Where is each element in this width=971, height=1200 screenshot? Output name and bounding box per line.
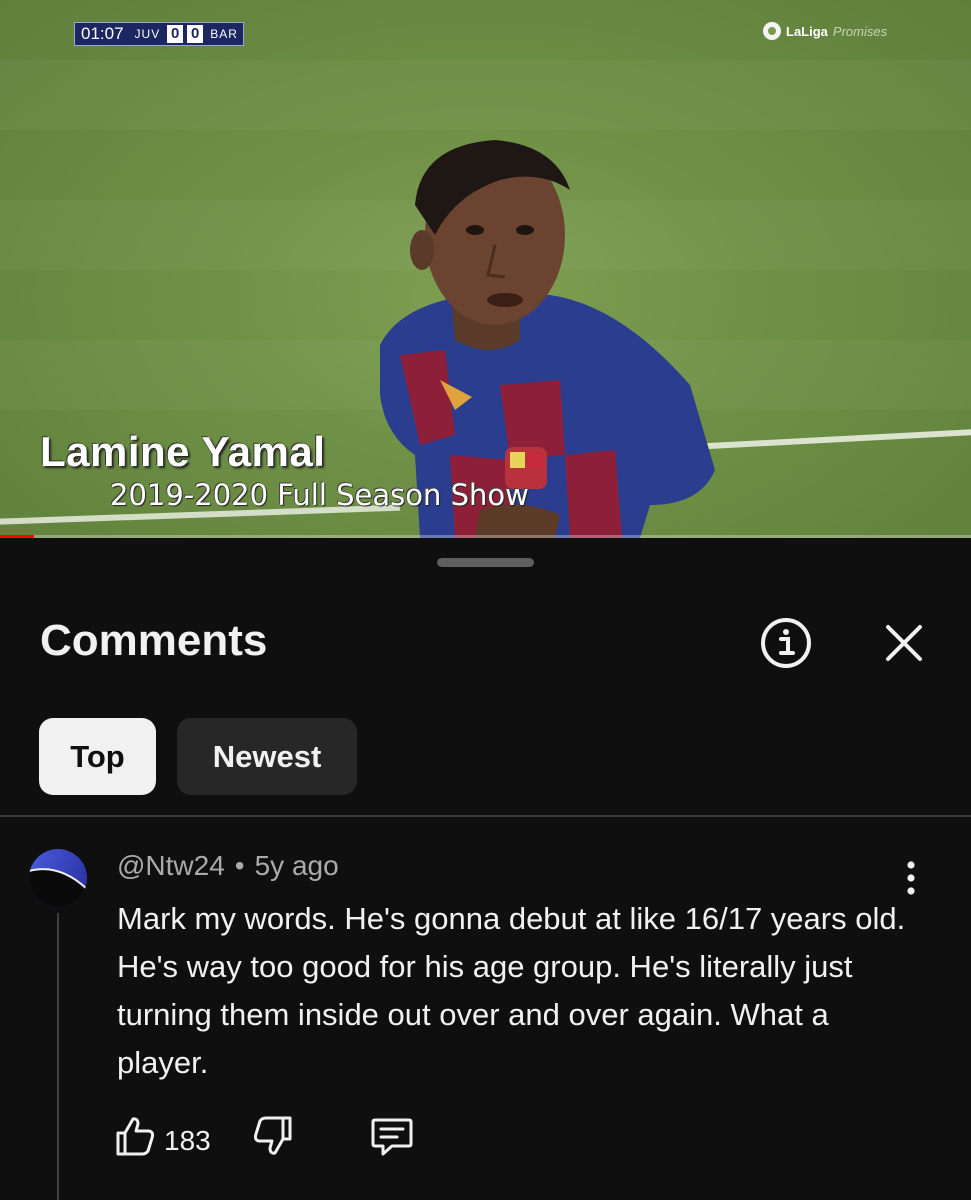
avatar[interactable] [29, 849, 87, 907]
like-count: 183 [164, 1125, 211, 1156]
close-icon [886, 625, 922, 661]
comment-text: Mark my words. He's gonna debut at like … [117, 901, 906, 1080]
reply-icon [371, 1118, 413, 1156]
filter-chip-top[interactable]: Top [39, 718, 156, 795]
info-icon [761, 618, 811, 668]
like-button[interactable] [114, 1114, 156, 1163]
thread-line [57, 913, 59, 1200]
watermark-sub: Promises [832, 23, 888, 39]
meta-separator: • [234, 850, 245, 881]
avatar-image [29, 849, 87, 907]
divider [0, 815, 971, 817]
home-team: JUV [134, 27, 161, 41]
info-button[interactable] [760, 617, 812, 669]
comment-meta: @Ntw24 • 5y ago [117, 850, 339, 882]
field-line [689, 428, 971, 450]
comment-author[interactable]: @Ntw24 [117, 850, 225, 882]
match-clock: 01:07 [81, 24, 124, 43]
grass-stripe [0, 60, 971, 130]
dislike-button[interactable] [252, 1114, 294, 1163]
thumbs-up-icon [116, 1117, 155, 1156]
away-score: 0 [187, 25, 204, 43]
comment-more-button[interactable] [896, 858, 926, 898]
video-overlay-subtitle: 2019-2020 Full Season Show [110, 478, 529, 512]
away-team: BAR [210, 27, 238, 41]
scorebug: 01:07 JUV 0 0 BAR [74, 22, 244, 46]
close-button[interactable] [878, 617, 930, 669]
watermark-brand: LaLiga [786, 23, 828, 39]
broadcaster-watermark: LaLiga Promises [763, 22, 887, 40]
more-vertical-icon [907, 861, 915, 895]
comments-title: Comments [40, 616, 268, 665]
comment-time: 5y ago [254, 850, 339, 881]
filter-chip-newest[interactable]: Newest [177, 718, 357, 795]
thumbs-down-icon [253, 1116, 292, 1155]
comments-sheet: Comments Top Newest @Ntw24 • 5y ago Mark… [0, 538, 971, 1200]
reply-button[interactable] [370, 1114, 414, 1163]
video-overlay-title: Lamine Yamal [40, 428, 326, 475]
video-player[interactable]: 01:07 JUV 0 0 BAR LaLiga Promises Lamine… [0, 0, 971, 538]
laliga-logo-icon [763, 22, 781, 40]
home-score: 0 [167, 25, 184, 43]
drag-handle[interactable] [437, 558, 534, 567]
